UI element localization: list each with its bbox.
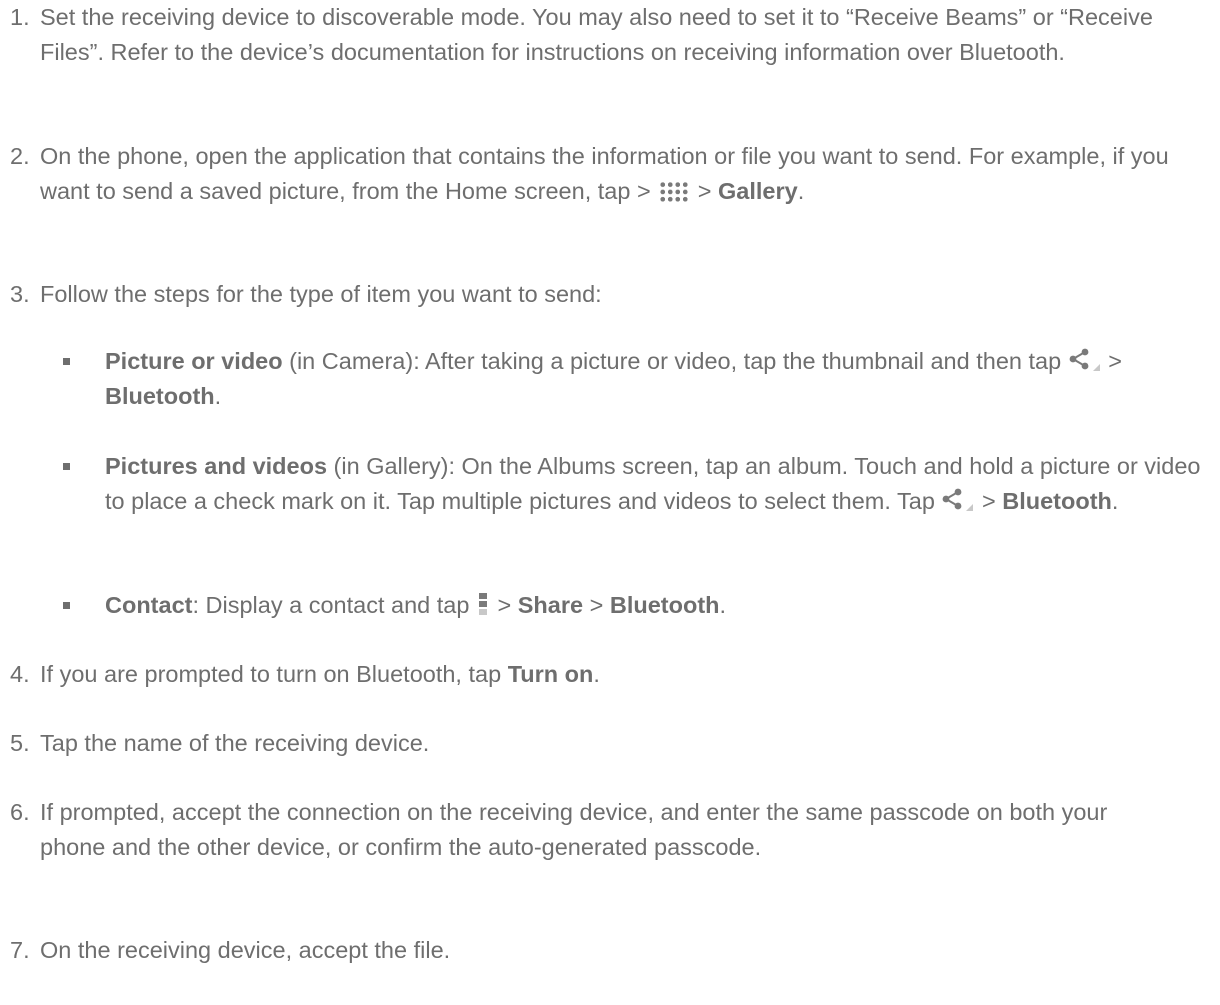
period: . [1111,488,1119,514]
substep-title: Pictures and videos [105,453,328,479]
step-text-body: If you are prompted to turn on Bluetooth… [40,661,508,687]
gallery-label: Gallery [718,178,798,204]
step-number: 5. [10,730,30,756]
separator: > [1101,348,1122,374]
step-text: On the phone, open the application that … [40,139,1220,209]
separator: > [975,488,1003,514]
separator: > [583,592,610,618]
bullet [63,602,70,609]
step-number: 3. [10,281,30,307]
step-text: Follow the steps for the type of item yo… [40,281,602,307]
step-number: 2. [10,143,30,169]
bluetooth-label: Bluetooth [105,383,215,409]
instructions-document: 1. Set the receiving device to discovera… [0,0,1220,1005]
substep-body: (in Camera): After taking a picture or v… [282,348,1068,374]
substep-body: : Display a contact and tap [192,592,476,618]
share-label: Share [517,592,584,618]
step-text: Tap the name of the receiving device. [40,730,430,756]
separator: > [490,592,518,618]
bullet [63,358,70,365]
separator: > [691,178,718,204]
period: . [593,661,600,687]
bullet [63,463,70,470]
step-text: On the receiving device, accept the file… [40,937,451,963]
step-text: If prompted, accept the connection on th… [40,799,1108,860]
period: . [797,178,805,204]
substep-text: Picture or video (in Camera): After taki… [105,344,1210,414]
step-number: 6. [10,799,30,825]
step-number: 1. [10,4,30,30]
period: . [719,592,727,618]
period: . [214,383,222,409]
substep-title: Picture or video [105,348,283,374]
substep-text: Pictures and videos (in Gallery): On the… [105,449,1214,519]
apps-grid-icon [659,181,690,203]
bluetooth-label: Bluetooth [609,592,720,618]
substep-text: Contact: Display a contact and tap > Sha… [105,588,1220,623]
step-text: Set the receiving device to discoverable… [40,4,1153,65]
turn-on-label: Turn on [507,661,594,687]
step-number: 4. [10,661,30,687]
menu-icon [478,593,487,615]
step-text-body: On the phone, open the application that … [40,143,1169,204]
share-icon [1069,348,1100,371]
bluetooth-label: Bluetooth [1002,488,1112,514]
step-number: 7. [10,937,30,963]
substep-title: Contact [105,592,193,618]
share-icon [943,488,974,511]
step-text: If you are prompted to turn on Bluetooth… [40,657,1220,692]
